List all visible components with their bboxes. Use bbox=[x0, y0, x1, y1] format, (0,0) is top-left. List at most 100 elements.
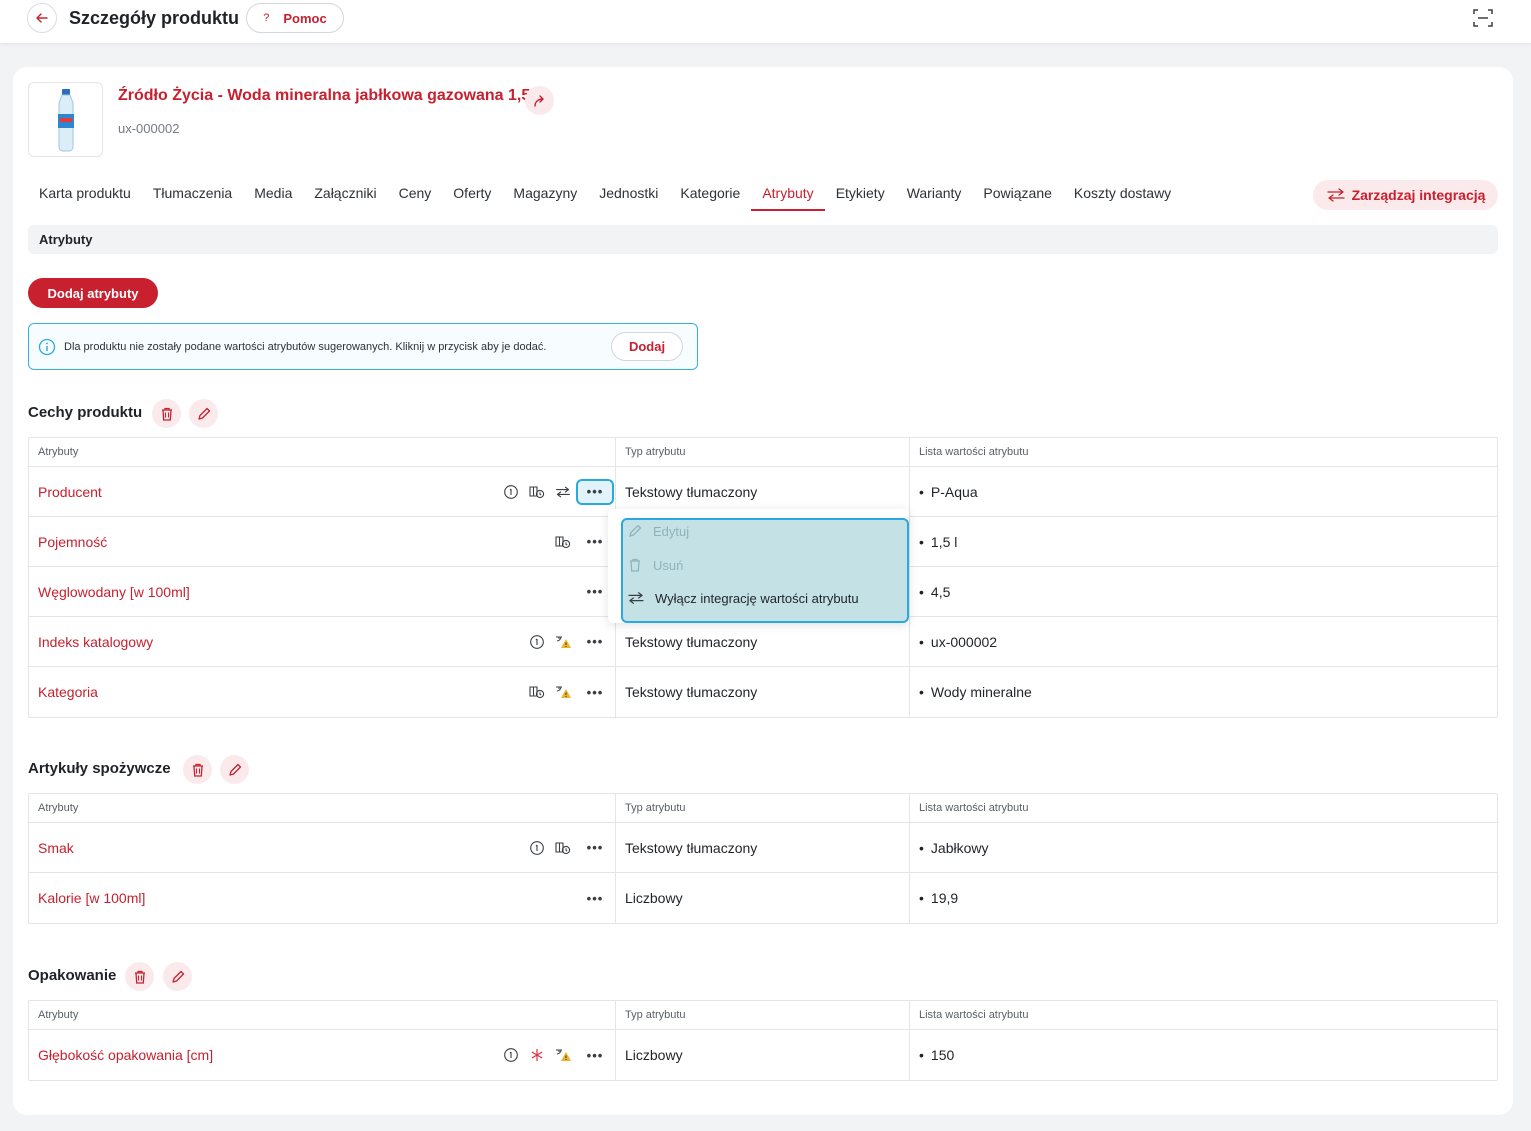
tab-kategorie[interactable]: Kategorie bbox=[669, 175, 751, 211]
table-header: Atrybuty Typ atrybutu Lista wartości atryb… bbox=[29, 438, 1497, 467]
trash-icon bbox=[192, 763, 203, 777]
share-button[interactable] bbox=[525, 86, 554, 115]
product-name: Źródło Życia - Woda mineralna jabłkowa g… bbox=[118, 87, 535, 104]
tab-ceny[interactable]: Ceny bbox=[388, 175, 443, 211]
info-icon bbox=[498, 479, 524, 505]
attribute-name-link[interactable]: Węglowodany [w 100ml] bbox=[38, 584, 190, 600]
value-cell: Jabłkowy bbox=[910, 823, 1497, 872]
page-title: Szczegóły produktu bbox=[69, 8, 240, 28]
attribute-value: 150 bbox=[919, 1047, 954, 1063]
translate-icon bbox=[550, 835, 576, 861]
more-options-button[interactable]: ••• bbox=[576, 478, 614, 505]
attribute-cell: Kategoria ••• bbox=[29, 667, 616, 717]
tab-koszty-dostawy[interactable]: Koszty dostawy bbox=[1063, 175, 1182, 211]
attribute-value: Wody mineralne bbox=[919, 684, 1032, 700]
attribute-cell: Głębokość opakowania [cm] ••• bbox=[29, 1030, 616, 1080]
edit-group-button[interactable] bbox=[220, 755, 249, 784]
column-header-attributes: Atrybuty bbox=[29, 1001, 616, 1029]
type-cell: Tekstowy tłumaczony bbox=[616, 617, 910, 666]
info-icon bbox=[498, 1042, 524, 1068]
table-row: Kategoria ••• Tekstowy tłumaczony Wody mine… bbox=[29, 667, 1497, 717]
attribute-value: P-Aqua bbox=[919, 484, 978, 500]
more-options-button[interactable]: ••• bbox=[576, 885, 614, 911]
tab-jednostki[interactable]: Jednostki bbox=[588, 175, 669, 211]
delete-group-button[interactable] bbox=[183, 755, 212, 784]
back-button[interactable] bbox=[27, 3, 57, 33]
value-cell: 19,9 bbox=[910, 873, 1497, 923]
attribute-name-link[interactable]: Głębokość opakowania [cm] bbox=[38, 1047, 213, 1063]
group-title: Cechy produktu bbox=[28, 404, 143, 421]
table-row: Indeks katalogowy ••• Tekstowy tłumaczony u… bbox=[29, 617, 1497, 667]
more-options-button[interactable]: ••• bbox=[576, 835, 614, 861]
warning-translate-icon bbox=[550, 679, 576, 705]
swap-arrows-icon bbox=[1326, 188, 1345, 202]
tab-tłumaczenia[interactable]: Tłumaczenia bbox=[142, 175, 243, 211]
tab-etykiety[interactable]: Etykiety bbox=[825, 175, 896, 211]
tab-karta-produktu[interactable]: Karta produktu bbox=[28, 175, 142, 211]
attribute-value: ux-000002 bbox=[919, 634, 997, 650]
attribute-name-link[interactable]: Kalorie [w 100ml] bbox=[38, 890, 145, 906]
menu-item-delete[interactable]: Usuń bbox=[627, 555, 683, 575]
attribute-name-link[interactable]: Smak bbox=[38, 840, 74, 856]
edit-group-button[interactable] bbox=[189, 399, 218, 428]
type-cell: Liczbowy bbox=[616, 873, 910, 923]
column-header-type: Typ atrybutu bbox=[616, 1001, 910, 1029]
pencil-icon bbox=[228, 763, 241, 776]
help-label: Pomoc bbox=[283, 10, 327, 26]
translate-icon bbox=[524, 679, 550, 705]
attribute-name-link[interactable]: Kategoria bbox=[38, 684, 98, 700]
warning-translate-icon bbox=[550, 1042, 576, 1068]
info-alert: Dla produktu nie zostały podane wartości… bbox=[28, 323, 698, 370]
table-row: Kalorie [w 100ml] ••• Liczbowy 19,9 bbox=[29, 873, 1497, 923]
required-icon bbox=[524, 1042, 550, 1068]
delete-group-button[interactable] bbox=[125, 962, 154, 991]
pencil-icon bbox=[171, 970, 184, 983]
attribute-name-link[interactable]: Producent bbox=[38, 484, 102, 500]
tab-atrybuty[interactable]: Atrybuty bbox=[751, 175, 825, 211]
delete-group-button[interactable] bbox=[152, 399, 181, 428]
type-cell: Liczbowy bbox=[616, 1030, 910, 1080]
more-options-button[interactable]: ••• bbox=[576, 679, 614, 705]
attribute-name-link[interactable]: Pojemność bbox=[38, 534, 107, 550]
menu-item-disable-integration[interactable]: Wyłącz integrację wartości atrybutu bbox=[627, 588, 859, 608]
edit-group-button[interactable] bbox=[163, 962, 192, 991]
fullscreen-icon[interactable] bbox=[1471, 6, 1495, 30]
tab-powiązane[interactable]: Powiązane bbox=[972, 175, 1063, 211]
top-bar: Szczegóły produktu ? Pomoc bbox=[0, 0, 1531, 43]
table-header: Atrybuty Typ atrybutu Lista wartości atryb… bbox=[29, 794, 1497, 823]
arrow-left-icon bbox=[36, 13, 48, 23]
type-cell: Tekstowy tłumaczony bbox=[616, 823, 910, 872]
table-header: Atrybuty Typ atrybutu Lista wartości atryb… bbox=[29, 1001, 1497, 1030]
tab-magazyny[interactable]: Magazyny bbox=[502, 175, 588, 211]
row-actions: ••• bbox=[524, 617, 615, 666]
more-options-button[interactable]: ••• bbox=[576, 1042, 614, 1068]
menu-item-edit[interactable]: Edytuj bbox=[627, 521, 689, 541]
attribute-type: Tekstowy tłumaczony bbox=[625, 684, 758, 700]
attribute-cell: Kalorie [w 100ml] ••• bbox=[29, 873, 616, 923]
trash-icon bbox=[630, 558, 640, 572]
product-code: ux-000002 bbox=[118, 121, 180, 136]
type-cell: Tekstowy tłumaczony bbox=[616, 667, 910, 717]
tab-oferty[interactable]: Oferty bbox=[442, 175, 502, 211]
row-actions: ••• bbox=[524, 667, 615, 717]
tab-media[interactable]: Media bbox=[243, 175, 303, 211]
attribute-name-link[interactable]: Indeks katalogowy bbox=[38, 634, 153, 650]
row-actions: ••• bbox=[550, 517, 615, 566]
value-cell: ux-000002 bbox=[910, 617, 1497, 666]
info-add-button[interactable]: Dodaj bbox=[611, 332, 683, 361]
tab-warianty[interactable]: Warianty bbox=[896, 175, 973, 211]
water-bottle-image bbox=[57, 88, 74, 151]
value-cell: 150 bbox=[910, 1030, 1497, 1080]
tab-bar: Karta produktu Tłumaczenia Media Załączniki… bbox=[28, 175, 1182, 211]
column-header-attributes: Atrybuty bbox=[29, 794, 616, 822]
attribute-type: Tekstowy tłumaczony bbox=[625, 483, 758, 500]
more-options-button[interactable]: ••• bbox=[576, 629, 614, 655]
add-attributes-button[interactable]: Dodaj atrybuty bbox=[28, 278, 158, 308]
product-thumbnail bbox=[28, 82, 103, 157]
group-title: Opakowanie bbox=[28, 967, 117, 984]
tab-załączniki[interactable]: Załączniki bbox=[303, 175, 387, 211]
table-row: Smak ••• Tekstowy tłumaczony Jabłkowy bbox=[29, 823, 1497, 873]
help-button[interactable]: ? Pomoc bbox=[246, 3, 344, 33]
column-header-type: Typ atrybutu bbox=[616, 438, 910, 466]
manage-integration-button[interactable]: Zarządzaj integracją bbox=[1313, 180, 1498, 210]
